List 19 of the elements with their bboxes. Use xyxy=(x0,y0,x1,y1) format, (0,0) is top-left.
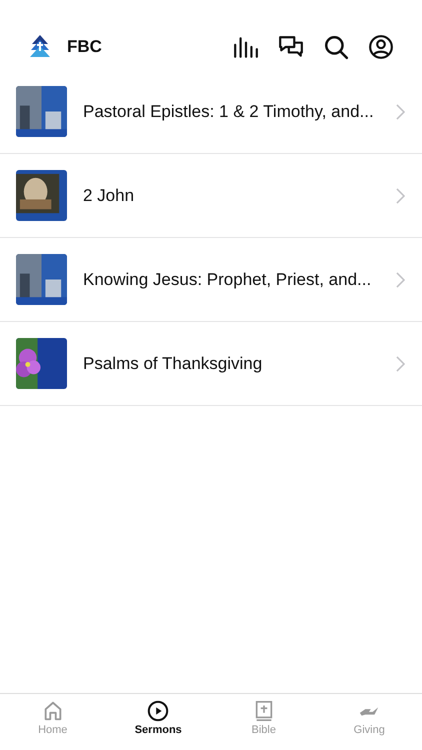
chevron-right-icon xyxy=(396,356,405,372)
chat-icon[interactable] xyxy=(278,34,304,60)
sermon-title: Pastoral Epistles: 1 & 2 Timothy, and... xyxy=(83,102,375,122)
sermon-item[interactable]: Pastoral Epistles: 1 & 2 Timothy, and... xyxy=(0,70,422,154)
sermon-item[interactable]: Knowing Jesus: Prophet, Priest, and... xyxy=(0,238,422,322)
chevron-right-icon xyxy=(396,272,405,288)
sermon-item[interactable]: 2 John xyxy=(0,154,422,238)
sermon-title: Knowing Jesus: Prophet, Priest, and... xyxy=(83,270,372,290)
tab-item[interactable]: Sermons xyxy=(106,700,211,750)
account-icon[interactable] xyxy=(368,34,394,60)
play-icon xyxy=(147,700,170,722)
sermon-title: Psalms of Thanksgiving xyxy=(83,354,264,374)
logo-icon xyxy=(30,35,50,59)
chevron-right-icon xyxy=(396,104,405,120)
search-icon[interactable] xyxy=(323,34,349,60)
sermon-item[interactable]: Psalms of Thanksgiving xyxy=(0,322,422,406)
chevron-right-icon xyxy=(396,188,405,204)
sermon-title: 2 John xyxy=(83,186,136,206)
app-title: FBC xyxy=(67,37,102,57)
